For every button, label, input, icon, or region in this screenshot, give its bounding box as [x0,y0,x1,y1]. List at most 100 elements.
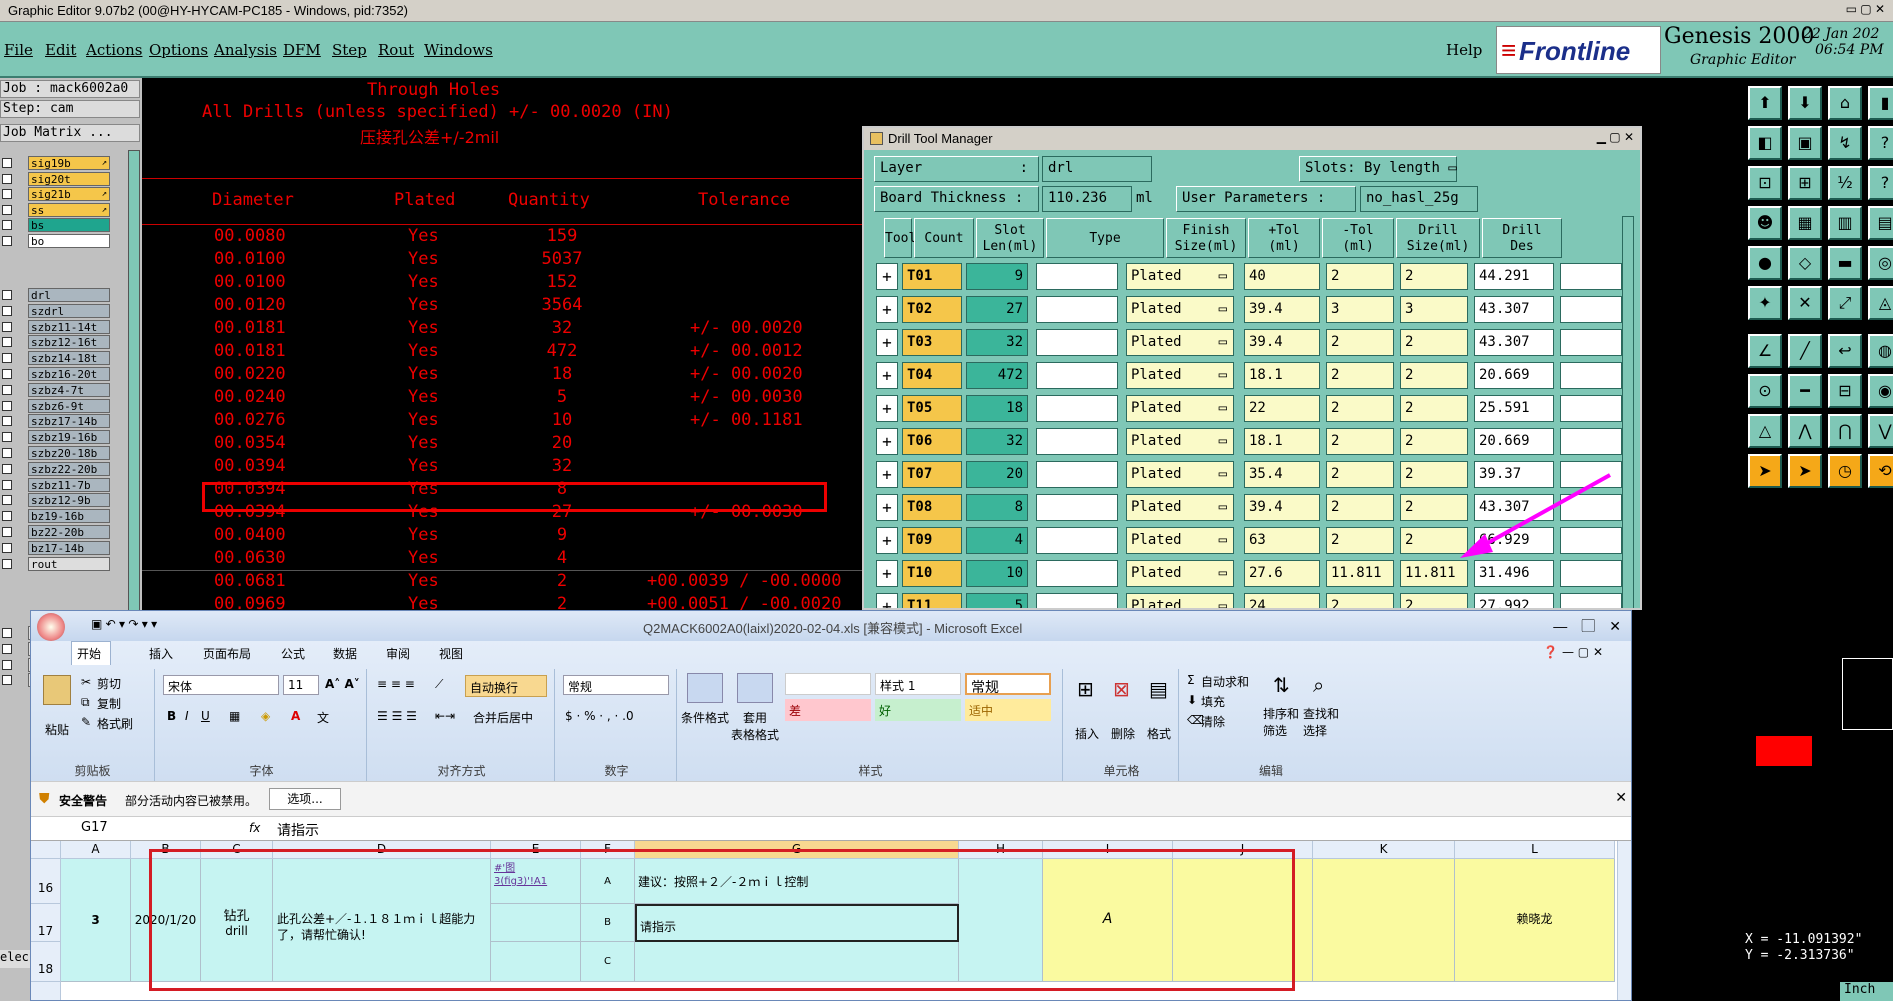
minus-tol-field[interactable]: 2 [1400,593,1468,608]
line-icon[interactable]: ╱ [1788,334,1822,368]
drill-size-field[interactable]: 20.669 [1474,362,1554,389]
layer-item[interactable]: szbz6-9t [28,398,110,413]
plus-tol-field[interactable]: 2 [1326,428,1394,455]
dtm-window-controls[interactable]: ▁ ▢ ✕ [1597,130,1634,144]
type-selector[interactable]: Plated ▭ [1126,296,1234,323]
layer-item[interactable]: bz19-16b [28,509,110,524]
pointer-icon[interactable]: ➤ [1748,454,1782,488]
layer-item[interactable]: bz17-14b [28,540,110,555]
underline-icon[interactable]: U [201,709,210,723]
insert-button[interactable]: 插入 [1075,725,1099,742]
tool-id[interactable]: T06 [902,428,962,455]
layer-item[interactable]: szbz12-9b [28,493,110,508]
align-left-icon[interactable]: ☰ ☰ ☰ [377,709,417,723]
polygon-icon[interactable]: ◬ [1868,286,1893,320]
minus-tol-field[interactable]: 3 [1400,296,1468,323]
rotate-icon[interactable]: ⟲ [1868,454,1893,488]
layer-checkbox[interactable] [2,448,12,458]
tab-review[interactable]: 审阅 [386,645,410,662]
help-controls[interactable]: ❓ — ▢ ✕ [1543,645,1603,659]
format-painter-button[interactable]: 格式刷 [97,715,133,732]
layer-checkbox[interactable] [2,353,12,364]
minus-tol-field[interactable]: 2 [1400,362,1468,389]
drill-size-field[interactable]: 27.992 [1474,593,1554,608]
fill-button[interactable]: 填充 [1201,693,1225,710]
tab-view[interactable]: 视图 [439,645,463,662]
expand-icon[interactable]: + [876,428,898,455]
minus-tol-field[interactable]: 2 [1400,428,1468,455]
plus-tol-field[interactable]: 3 [1326,296,1394,323]
layer-checkbox[interactable] [2,527,12,537]
target-icon[interactable]: ◎ [1868,246,1893,280]
layer-checkbox[interactable] [2,290,12,300]
cup-icon[interactable]: ⋁ [1868,414,1893,448]
expand-icon[interactable]: + [876,263,898,290]
layer-checkbox[interactable] [2,384,12,395]
font-name-box[interactable]: 宋体 [163,675,279,695]
drill-des-field[interactable] [1560,263,1622,290]
job-matrix-button[interactable]: Job Matrix ... [0,124,140,142]
drill-size-field[interactable]: 25.591 [1474,395,1554,422]
expand-icon[interactable]: + [876,296,898,323]
thickness-field[interactable]: 110.236 [1042,186,1132,212]
layer-checkbox[interactable] [2,558,12,569]
plus-tol-field[interactable]: 2 [1326,593,1394,608]
cut-button[interactable]: 剪切 [97,675,121,692]
column-header[interactable]: L [1455,841,1615,859]
layer-item[interactable]: bz22-20b [28,525,110,539]
menu-file[interactable]: File [4,41,33,59]
slot-len-field[interactable] [1036,560,1118,587]
column-header[interactable]: K [1313,841,1455,859]
sheet-grid[interactable]: ABCDEFGHIJKL 16 17 18 3 2020/1/20 钻孔 dril… [31,841,1631,1000]
minus-tol-field[interactable]: 2 [1400,329,1468,356]
font-color-icon[interactable]: A [291,709,300,723]
type-selector[interactable]: Plated ▭ [1126,395,1234,422]
finish-size-field[interactable]: 39.4 [1244,494,1320,521]
style-blank[interactable] [785,673,871,695]
expand-icon[interactable]: + [876,560,898,587]
plus-tol-field[interactable]: 2 [1326,362,1394,389]
tool-id[interactable]: T07 [902,461,962,488]
layer-item[interactable]: szbz22-20b [28,461,110,476]
type-selector[interactable]: Plated ▭ [1126,527,1234,554]
layer-checkbox[interactable] [2,643,12,654]
tab-home[interactable]: 开始 [77,645,101,662]
drill-size-field[interactable]: 44.291 [1474,263,1554,290]
layer-item[interactable]: szbz20-18b [28,446,110,460]
grid-icon[interactable]: ⊞ [1788,166,1822,200]
down-arrow-icon[interactable]: ⬇ [1788,86,1822,120]
grow-font-icon[interactable]: A˄ A˅ [325,677,360,691]
sort-filter-button[interactable]: 排序和 筛选 [1263,705,1299,739]
layer-item[interactable]: ss ↗ [28,202,110,217]
slot-len-field[interactable] [1036,362,1118,389]
select-all[interactable] [31,841,61,859]
font-size-box[interactable]: 11 [283,675,319,695]
route-icon[interactable]: ✦ [1748,286,1782,320]
format-button[interactable]: 格式 [1147,725,1171,742]
tool-id[interactable]: T11 [902,593,962,608]
paste-button[interactable]: 粘贴 [45,721,69,738]
drill-size-field[interactable]: 43.307 [1474,296,1554,323]
snap-icon[interactable]: ↯ [1828,126,1862,160]
drill-size-field[interactable]: 20.669 [1474,428,1554,455]
tool-id[interactable]: T08 [902,494,962,521]
clear-button[interactable]: 清除 [1201,713,1225,730]
zoom-in-icon[interactable]: ◧ [1748,126,1782,160]
finish-size-field[interactable]: 63 [1244,527,1320,554]
type-selector[interactable]: Plated ▭ [1126,263,1234,290]
fit-icon[interactable]: ⊡ [1748,166,1782,200]
layer-checkbox[interactable] [2,173,12,184]
style-good[interactable]: 好 [875,699,961,721]
drill-des-field[interactable] [1560,395,1622,422]
menu-help[interactable]: Help [1446,41,1482,59]
list-icon[interactable]: ▤ [1868,206,1893,240]
layer-item[interactable]: drl [28,288,110,302]
type-selector[interactable]: Plated ▭ [1126,560,1234,587]
layer-checkbox[interactable] [2,158,12,168]
tab-formulas[interactable]: 公式 [281,645,305,662]
type-selector[interactable]: Plated ▭ [1126,362,1234,389]
dtm-scrollbar[interactable] [1622,216,1634,608]
plus-tol-field[interactable]: 2 [1326,527,1394,554]
menu-step[interactable]: Step [332,41,367,59]
drill-des-field[interactable] [1560,428,1622,455]
